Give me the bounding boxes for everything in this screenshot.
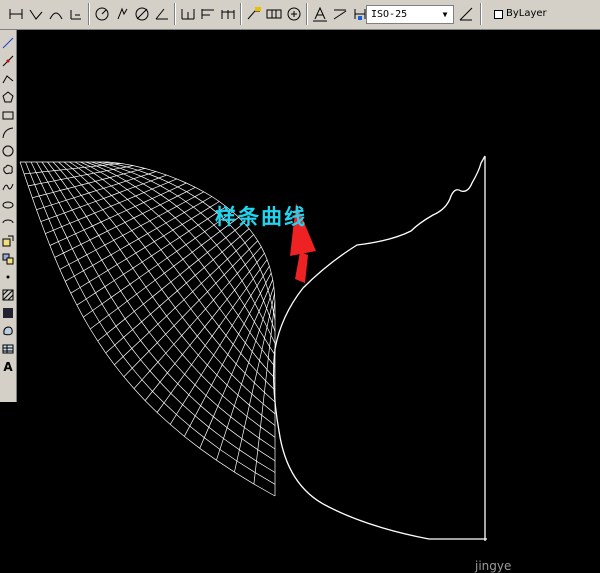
toolbar-separator — [240, 3, 242, 25]
diameter-dimension-icon[interactable] — [132, 4, 152, 24]
gradient-tool-icon[interactable] — [1, 306, 15, 320]
table-tool-icon[interactable] — [1, 342, 15, 356]
mesh-line — [85, 161, 276, 356]
mesh-line — [58, 161, 276, 415]
mesh-line — [107, 161, 276, 309]
region-tool-icon[interactable] — [1, 324, 15, 338]
mesh-line — [102, 161, 276, 320]
aligned-dimension-icon[interactable] — [26, 4, 46, 24]
toolbar-separator — [88, 3, 90, 25]
quick-dimension-icon[interactable] — [178, 4, 198, 24]
line-tool-icon[interactable] — [1, 36, 15, 50]
tolerance-icon[interactable] — [264, 4, 284, 24]
mesh-line — [156, 259, 268, 413]
polygon-tool-icon[interactable] — [1, 90, 15, 104]
baseline-dimension-icon[interactable] — [198, 4, 218, 24]
mesh-line — [36, 171, 157, 211]
top-toolbar: ISO-25 ▼ ByLayer — [0, 0, 600, 30]
mesh-line — [40, 174, 167, 222]
continue-dimension-icon[interactable] — [218, 4, 238, 24]
toolbar-separator — [306, 3, 308, 25]
angular-dimension-icon[interactable] — [152, 4, 172, 24]
annotation-arrow — [295, 252, 308, 283]
text-tool-icon[interactable]: A — [1, 360, 15, 374]
polyline-tool-icon[interactable] — [1, 72, 15, 86]
mesh-line — [97, 222, 245, 342]
chevron-down-icon[interactable]: ▼ — [439, 6, 451, 23]
arc-tool-icon[interactable] — [1, 126, 15, 140]
insert-block-icon[interactable] — [1, 234, 15, 248]
make-block-icon[interactable] — [1, 252, 15, 266]
mesh-line — [199, 279, 274, 449]
arc-length-icon[interactable] — [46, 4, 66, 24]
dimension-style-manager-icon[interactable] — [456, 4, 476, 24]
revision-cloud-icon[interactable] — [1, 162, 15, 176]
ordinate-dimension-icon[interactable] — [66, 4, 86, 24]
mesh-line — [69, 161, 276, 391]
rectangle-tool-icon[interactable] — [1, 108, 15, 122]
point-tool-icon[interactable] — [1, 270, 15, 284]
hatch-tool-icon[interactable] — [1, 288, 15, 302]
mesh-line — [216, 286, 275, 461]
layer-value[interactable]: ByLayer — [506, 8, 547, 19]
construction-line-icon[interactable] — [1, 54, 15, 68]
mesh-line — [63, 161, 276, 403]
dimension-edit-icon[interactable] — [310, 4, 330, 24]
mesh-line — [70, 201, 220, 294]
dimension-style-value: ISO-25 — [371, 9, 408, 20]
jogged-dimension-icon[interactable] — [112, 4, 132, 24]
mesh-line — [253, 300, 276, 485]
dimension-style-dropdown[interactable]: ISO-25 ▼ — [366, 5, 454, 24]
watermark: jingye — [475, 559, 512, 573]
spline-tool-icon[interactable] — [1, 180, 15, 194]
drawing-svg — [19, 155, 487, 541]
radius-dimension-icon[interactable] — [92, 4, 112, 24]
toolbar-separator — [174, 3, 176, 25]
annotation-label: 样条曲线 — [215, 205, 307, 229]
toolbar-separator — [480, 3, 482, 25]
circle-tool-icon[interactable] — [1, 144, 15, 158]
layer-color-swatch[interactable] — [494, 10, 503, 19]
linear-dimension-icon[interactable] — [6, 4, 26, 24]
dimension-text-edit-icon[interactable] — [330, 4, 350, 24]
ellipse-arc-icon[interactable] — [1, 216, 15, 230]
center-mark-icon[interactable] — [284, 4, 304, 24]
quick-leader-icon[interactable] — [244, 4, 264, 24]
draw-toolbar: A — [0, 30, 17, 402]
drawing-canvas[interactable]: 样条曲线 jingye — [17, 31, 600, 573]
mesh-line — [105, 228, 250, 354]
ellipse-tool-icon[interactable] — [1, 198, 15, 212]
